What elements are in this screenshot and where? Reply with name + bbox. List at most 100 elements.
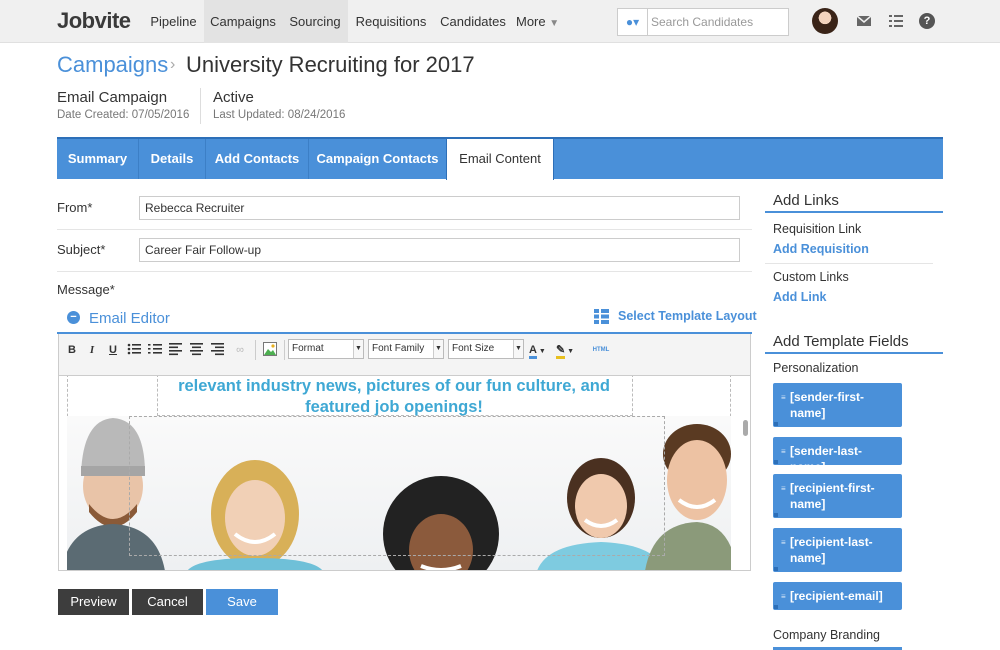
last-updated: Last Updated: 08/24/2016 bbox=[213, 109, 346, 121]
template-field-sender-last-name[interactable]: ≡ [sender-last-name] bbox=[773, 437, 902, 474]
chevron-down-icon: ▼ bbox=[513, 340, 523, 358]
from-label: From* bbox=[57, 200, 93, 215]
divider bbox=[57, 271, 752, 272]
align-right-icon[interactable] bbox=[210, 342, 226, 358]
search-input[interactable] bbox=[649, 9, 787, 35]
avatar[interactable] bbox=[812, 8, 838, 34]
template-layout-icon[interactable] bbox=[594, 309, 609, 324]
template-field-recipient-first-name[interactable]: ≡ [recipient-first-name] bbox=[773, 474, 902, 518]
image-block-outline bbox=[129, 416, 665, 556]
chevron-down-icon: ▼ bbox=[549, 18, 560, 29]
promo-line-2: featured job openings! bbox=[305, 398, 483, 416]
drag-handle-icon: ≡ bbox=[781, 447, 786, 456]
html-source-button[interactable]: HTML bbox=[589, 342, 613, 358]
search-box: ●▾ bbox=[617, 8, 789, 36]
message-label: Message* bbox=[57, 282, 115, 297]
save-button[interactable]: Save bbox=[206, 589, 278, 615]
template-field-sender-first-name[interactable]: ≡ [sender-first-name] bbox=[773, 383, 902, 427]
bold-icon[interactable]: B bbox=[64, 342, 80, 358]
breadcrumb-separator-icon: › bbox=[170, 56, 176, 73]
resize-corner bbox=[774, 460, 778, 464]
add-link-link[interactable]: Add Link bbox=[773, 290, 826, 304]
underline-icon[interactable]: U bbox=[105, 342, 121, 358]
person-search-icon[interactable]: ●▾ bbox=[618, 9, 648, 35]
template-field-recipient-email[interactable]: ≡ [recipient-email] bbox=[773, 582, 902, 610]
drag-handle-icon: ≡ bbox=[781, 538, 786, 547]
requisition-link-label: Requisition Link bbox=[773, 222, 862, 236]
subject-label: Subject* bbox=[57, 242, 106, 257]
resize-corner bbox=[774, 513, 778, 517]
toolbar-separator bbox=[284, 340, 285, 360]
nav-tab-campaigns[interactable]: Campaigns bbox=[204, 0, 282, 43]
cancel-button[interactable]: Cancel bbox=[132, 589, 203, 615]
help-icon[interactable]: ? bbox=[919, 13, 935, 29]
promo-line-1: relevant industry news, pictures of our … bbox=[178, 377, 610, 395]
chevron-down-icon: ▼ bbox=[433, 340, 443, 358]
add-links-heading: Add Links bbox=[773, 192, 839, 209]
page-title: University Recruiting for 2017 bbox=[186, 52, 475, 77]
font-family-select[interactable]: Font Family ▼ bbox=[368, 339, 444, 359]
nav-tab-pipeline[interactable]: Pipeline bbox=[143, 0, 204, 43]
tab-email-content[interactable]: Email Content bbox=[446, 139, 554, 180]
tab-summary[interactable]: Summary bbox=[57, 139, 139, 179]
preview-button[interactable]: Preview bbox=[58, 589, 129, 615]
divider bbox=[765, 263, 933, 264]
chevron-down-icon: ▼ bbox=[353, 340, 363, 358]
align-left-icon[interactable] bbox=[168, 342, 184, 358]
font-size-select[interactable]: Font Size ▼ bbox=[448, 339, 524, 359]
template-field-label: [recipient-email] bbox=[790, 589, 883, 603]
tab-details[interactable]: Details bbox=[139, 139, 206, 179]
campaign-tabs: Summary Details Add Contacts Campaign Co… bbox=[57, 137, 943, 180]
resize-corner bbox=[774, 605, 778, 609]
date-created: Date Created: 07/05/2016 bbox=[57, 109, 190, 121]
tab-add-contacts[interactable]: Add Contacts bbox=[206, 139, 309, 179]
highlight-color-icon[interactable]: ✎ ▼ bbox=[556, 342, 580, 359]
align-center-icon[interactable] bbox=[189, 342, 205, 358]
mail-icon[interactable] bbox=[856, 13, 872, 29]
insert-image-icon[interactable] bbox=[262, 342, 278, 358]
drag-handle-icon: ≡ bbox=[781, 592, 786, 601]
template-field-label: [sender-first-name] bbox=[790, 390, 865, 420]
text-color-icon[interactable]: A ▼ bbox=[529, 342, 553, 359]
breadcrumb-root-link[interactable]: Campaigns bbox=[57, 52, 168, 78]
nav-more-label: More bbox=[516, 14, 546, 29]
logo[interactable]: Jobvite bbox=[57, 8, 131, 34]
personalization-label: Personalization bbox=[773, 361, 859, 375]
list-icon[interactable] bbox=[888, 13, 904, 29]
divider bbox=[57, 229, 752, 230]
editor-title: Email Editor bbox=[89, 310, 170, 327]
font-family-select-value: Font Family bbox=[372, 343, 425, 354]
template-field-label: [recipient-first-name] bbox=[790, 481, 875, 511]
nav-tab-candidates[interactable]: Candidates bbox=[436, 0, 510, 43]
collapse-icon[interactable]: − bbox=[67, 311, 80, 324]
bullet-list-icon[interactable] bbox=[126, 342, 142, 358]
nav-tab-sourcing[interactable]: Sourcing bbox=[282, 0, 348, 43]
heading-rule bbox=[765, 211, 943, 213]
add-requisition-link[interactable]: Add Requisition bbox=[773, 242, 869, 256]
top-nav: Jobvite Pipeline Campaigns Sourcing Requ… bbox=[0, 0, 1000, 43]
editor-toolbar: B I U ∞ Format ▼ Font Family ▼ Font Size… bbox=[58, 334, 751, 376]
nav-tab-more[interactable]: More ▼ bbox=[516, 0, 568, 43]
numbered-list-icon[interactable] bbox=[147, 342, 163, 358]
promo-text: relevant industry news, pictures of our … bbox=[59, 376, 729, 416]
editor-canvas[interactable]: relevant industry news, pictures of our … bbox=[58, 376, 751, 571]
template-field-label: [recipient-last-name] bbox=[790, 535, 873, 565]
scrollbar-thumb[interactable] bbox=[743, 420, 748, 436]
add-template-fields-heading: Add Template Fields bbox=[773, 333, 909, 350]
editor-scrollbar[interactable] bbox=[739, 376, 750, 570]
link-icon[interactable]: ∞ bbox=[232, 342, 248, 358]
select-template-layout-link[interactable]: Select Template Layout bbox=[618, 309, 757, 323]
from-field[interactable] bbox=[139, 196, 740, 220]
tab-campaign-contacts[interactable]: Campaign Contacts bbox=[309, 139, 447, 179]
app-window: Jobvite Pipeline Campaigns Sourcing Requ… bbox=[0, 0, 1000, 650]
campaign-type: Email Campaign bbox=[57, 89, 168, 106]
drag-handle-icon: ≡ bbox=[781, 393, 786, 402]
nav-tab-requisitions[interactable]: Requisitions bbox=[350, 0, 432, 43]
italic-icon[interactable]: I bbox=[84, 342, 100, 358]
campaign-status: Active bbox=[213, 89, 254, 106]
format-select[interactable]: Format ▼ bbox=[288, 339, 364, 359]
drag-handle-icon: ≡ bbox=[781, 484, 786, 493]
subject-field[interactable] bbox=[139, 238, 740, 262]
template-field-recipient-last-name[interactable]: ≡ [recipient-last-name] bbox=[773, 528, 902, 572]
resize-corner bbox=[774, 567, 778, 571]
